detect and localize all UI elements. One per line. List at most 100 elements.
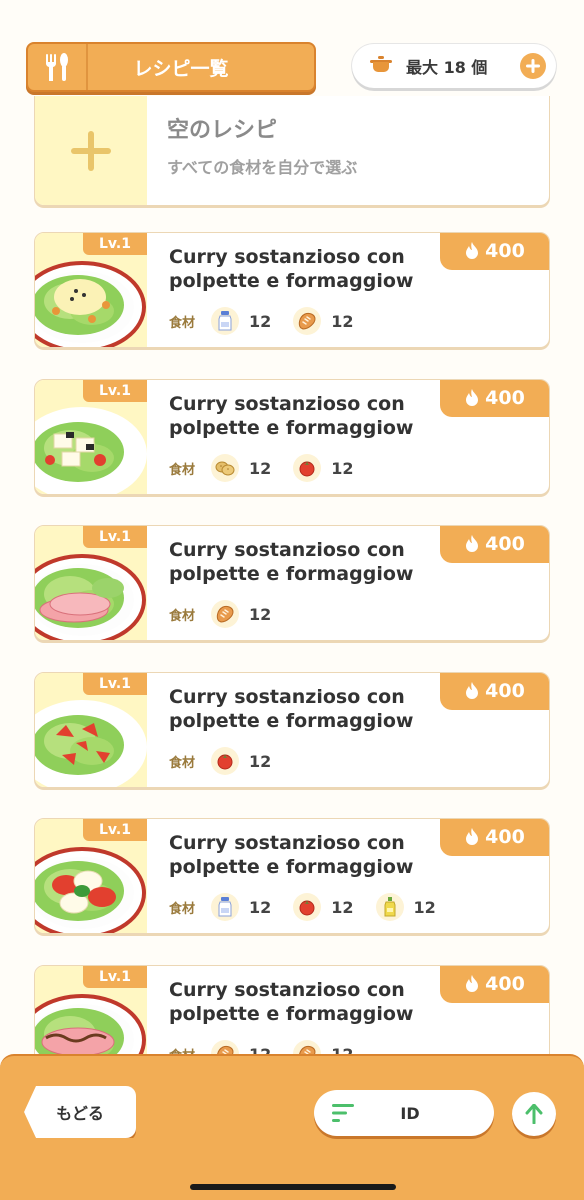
pot-icon (370, 55, 392, 77)
plus-icon (526, 59, 540, 73)
recipe-name: Curry sostanzioso con polpette e formagg… (169, 979, 414, 1025)
level-badge: Lv.1 (83, 673, 147, 695)
flame-icon (466, 682, 479, 699)
ingredient-count: 12 (249, 458, 272, 478)
flame-icon (466, 242, 479, 259)
ingredient-item: 12 (375, 893, 436, 921)
energy-badge: 400 (440, 673, 549, 710)
energy-badge: 400 (440, 233, 549, 270)
fork-knife-icon (28, 44, 88, 90)
energy-badge: 400 (440, 819, 549, 856)
plus-icon (71, 131, 111, 171)
ingredients-label: 食材 (169, 755, 196, 771)
recipe-name: Curry sostanzioso con polpette e formagg… (169, 539, 414, 585)
page-title: レシピ一覧 (133, 57, 229, 80)
empty-recipe-description: すべての食材を自分で選ぶ (167, 158, 358, 177)
recipe-list-tab: レシピ一覧 (26, 42, 316, 92)
dish-image (35, 841, 147, 933)
level-badge: Lv.1 (83, 819, 147, 841)
capacity-indicator: 最大 18 個 (352, 44, 556, 88)
ingredient-row: 食材 12 (169, 600, 293, 628)
energy-value: 400 (485, 533, 525, 555)
ingredients-label: 食材 (169, 901, 196, 917)
ingredients-label: 食材 (169, 315, 196, 331)
ingredient-row: 食材 12 12 (169, 307, 376, 335)
energy-value: 400 (485, 826, 525, 848)
milk-icon (211, 307, 240, 335)
recipe-name: Curry sostanzioso con polpette e formagg… (169, 686, 414, 732)
recipe-thumbnail: Lv.1 (35, 526, 147, 640)
add-capacity-button[interactable] (520, 53, 546, 79)
ingredient-item: 12 (211, 454, 271, 482)
home-indicator (190, 1184, 396, 1190)
energy-value: 400 (485, 387, 525, 409)
empty-recipe-thumb (35, 96, 147, 205)
ingredients-label: 食材 (169, 608, 196, 624)
milk-icon (211, 893, 240, 921)
sort-order-button[interactable] (512, 1092, 556, 1136)
flame-icon (466, 828, 479, 845)
recipe-name: Curry sostanzioso con polpette e formagg… (169, 246, 414, 292)
recipe-thumbnail: Lv.1 (35, 673, 147, 787)
ingredient-count: 12 (413, 897, 436, 917)
capacity-label: 最大 18 個 (406, 58, 488, 77)
energy-badge: 400 (440, 526, 549, 563)
level-badge: Lv.1 (83, 380, 147, 402)
bottom-bar: もどる ID (0, 1054, 584, 1200)
recipe-thumbnail: Lv.1 (35, 233, 147, 347)
ingredient-count: 12 (331, 311, 354, 331)
ingredient-count: 12 (249, 311, 272, 331)
recipe-card[interactable]: Lv.1 Curry sostanzioso con polpette e for… (34, 379, 550, 495)
empty-recipe-card[interactable]: 空のレシピ すべての食材を自分で選ぶ (34, 96, 550, 206)
energy-value: 400 (485, 680, 525, 702)
ingredient-item: 12 (211, 747, 271, 775)
oil-icon (375, 893, 404, 921)
potato-icon (211, 454, 240, 482)
level-badge: Lv.1 (83, 526, 147, 548)
level-badge: Lv.1 (83, 966, 147, 988)
tomato-icon (211, 747, 240, 775)
ingredient-row: 食材 12 12 12 (169, 893, 458, 921)
ingredient-item: 12 (293, 307, 354, 335)
tomato-icon (293, 893, 322, 921)
recipe-card[interactable]: Lv.1 Curry sostanzioso con polpette e for… (34, 525, 550, 641)
ingredient-count: 12 (249, 604, 272, 624)
recipe-card[interactable]: Lv.1 Curry sostanzioso con polpette e for… (34, 232, 550, 348)
ingredient-item: 12 (293, 454, 354, 482)
recipe-card[interactable]: Lv.1 Curry sostanzioso con polpette e for… (34, 818, 550, 934)
level-badge: Lv.1 (83, 233, 147, 255)
ingredient-item: 12 (211, 307, 271, 335)
back-button[interactable]: もどる (24, 1086, 136, 1138)
ingredient-count: 12 (331, 897, 354, 917)
sort-selector[interactable]: ID (314, 1090, 494, 1136)
ingredient-row: 食材 12 12 (169, 454, 376, 482)
recipe-name: Curry sostanzioso con polpette e formagg… (169, 832, 414, 878)
flame-icon (466, 535, 479, 552)
sort-icon (332, 1104, 354, 1122)
ingredient-count: 12 (249, 897, 272, 917)
flame-icon (466, 975, 479, 992)
flame-icon (466, 389, 479, 406)
bread-icon (211, 600, 240, 628)
dish-image (35, 548, 147, 640)
recipe-card[interactable]: Lv.1 Curry sostanzioso con polpette e for… (34, 672, 550, 788)
recipe-thumbnail: Lv.1 (35, 819, 147, 933)
ingredient-row: 食材 12 (169, 747, 293, 775)
energy-value: 400 (485, 973, 525, 995)
recipe-thumbnail: Lv.1 (35, 380, 147, 494)
sort-label: ID (400, 1103, 420, 1123)
ingredient-item: 12 (293, 893, 354, 921)
dish-image (35, 695, 147, 787)
ingredient-count: 12 (249, 751, 272, 771)
ingredients-label: 食材 (169, 462, 196, 478)
ingredient-item: 12 (211, 893, 271, 921)
dish-image (35, 402, 147, 494)
energy-badge: 400 (440, 380, 549, 417)
empty-recipe-name: 空のレシピ (167, 118, 278, 143)
ingredient-count: 12 (331, 458, 354, 478)
tomato-icon (293, 454, 322, 482)
ingredient-item: 12 (211, 600, 271, 628)
bread-icon (293, 307, 322, 335)
recipe-name: Curry sostanzioso con polpette e formagg… (169, 393, 414, 439)
energy-value: 400 (485, 240, 525, 262)
